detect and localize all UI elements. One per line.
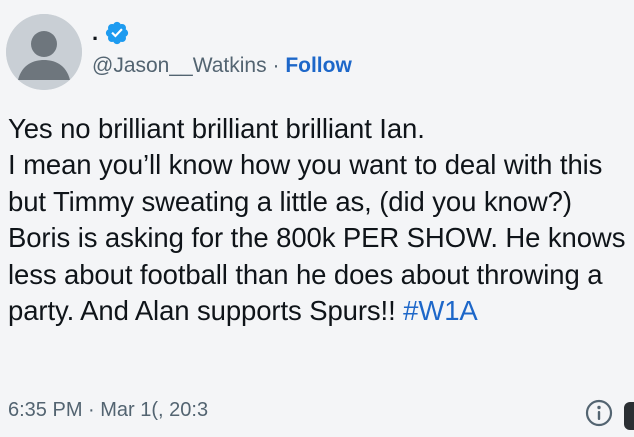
author-display-name[interactable]: . xyxy=(92,22,98,44)
verified-badge-icon xyxy=(104,20,130,46)
tweet-timestamp[interactable]: 6:35 PM · Mar 1⁠(, 20⁠:3 xyxy=(8,396,208,424)
edge-overlay xyxy=(624,402,634,430)
info-icon[interactable] xyxy=(584,398,614,428)
author-handle-row: @Jason__Watkins · Follow xyxy=(92,52,352,80)
tweet-text: Yes no brilliant brilliant brilliant Ian… xyxy=(8,111,628,329)
tweet-card: . @Jason__Watkins · Follow Yes no brilli… xyxy=(0,0,634,437)
separator-dot: · xyxy=(272,54,280,77)
tweet-body: Yes no brilliant brilliant brilliant Ian… xyxy=(8,113,626,327)
hashtag-link[interactable]: #W1A xyxy=(403,295,478,326)
author-handle[interactable]: @Jason__Watkins xyxy=(92,54,267,77)
default-avatar-icon[interactable] xyxy=(6,14,82,90)
follow-button[interactable]: Follow xyxy=(285,54,352,77)
author-name-row: . xyxy=(92,18,130,48)
